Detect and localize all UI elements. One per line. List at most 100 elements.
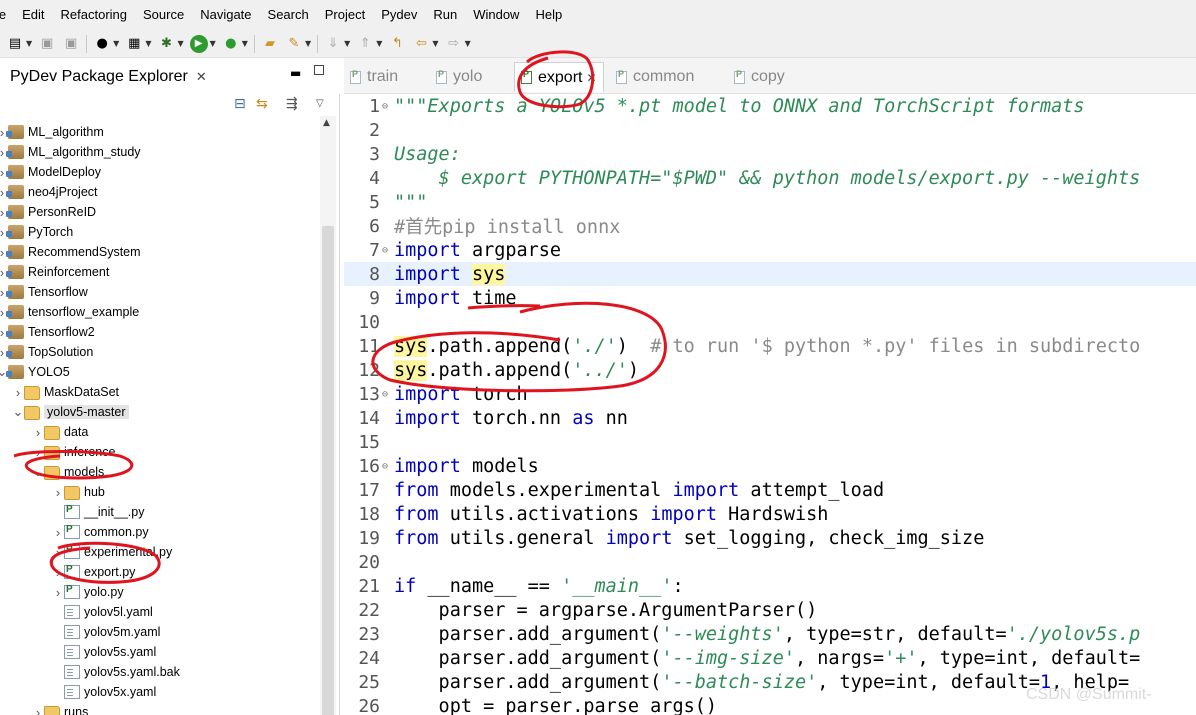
chevron-down-icon[interactable]: ⌄ (32, 464, 44, 480)
tree-item[interactable]: yolov5s.yaml (52, 642, 156, 662)
menu-item[interactable]: Window (465, 0, 527, 30)
run-icon[interactable]: ▶ (189, 34, 208, 53)
tree-item[interactable]: › common.py (52, 522, 149, 542)
code-line[interactable]: 11 sys .path.append('./') # to run '$ pyth… (344, 334, 1196, 358)
save-all-icon[interactable]: ▣ (62, 35, 80, 53)
fold-icon[interactable]: ⊖ (382, 389, 394, 400)
tree-item[interactable]: › TopSolution (0, 342, 93, 362)
bug-icon[interactable]: ✱ (157, 35, 175, 53)
menu-item[interactable]: Navigate (192, 0, 259, 30)
menu-item[interactable]: Help (527, 0, 570, 30)
code-line[interactable]: 3 Usage: (344, 142, 1196, 166)
editor-tab-common[interactable]: common (616, 64, 694, 90)
menu-item[interactable]: Search (260, 0, 317, 30)
menu-item[interactable]: Run (425, 0, 465, 30)
pen-icon[interactable]: ✎ (285, 35, 303, 53)
editor-tab-export[interactable]: export✕ (514, 62, 604, 92)
explorer-tab[interactable]: PyDev Package Explorer ✕ (0, 62, 215, 92)
new-dropdown-icon[interactable]: ▼ (26, 39, 32, 48)
back-dropdown-icon[interactable]: ▼ (432, 39, 438, 48)
prev-annotation-icon[interactable]: ⇑ (356, 35, 374, 53)
code-line[interactable]: 19 from utils.general import set_logging,… (344, 526, 1196, 550)
menu-item[interactable]: Pydev (373, 0, 425, 30)
prev-annotation-dropdown-icon[interactable]: ▼ (376, 39, 382, 48)
external-tools-icon[interactable]: ● (222, 35, 240, 53)
editor-tab-train[interactable]: train (350, 64, 398, 90)
next-annotation-icon[interactable]: ⇓ (324, 35, 342, 53)
chevron-right-icon[interactable]: › (52, 525, 64, 540)
close-icon[interactable]: ✕ (586, 71, 596, 85)
view-menu-icon[interactable]: ▽ (316, 98, 324, 109)
forward-dropdown-icon[interactable]: ▼ (465, 39, 471, 48)
debug-dropdown-icon[interactable]: ▼ (113, 39, 119, 48)
tree-item[interactable]: yolov5x.yaml (52, 682, 156, 702)
fold-icon[interactable]: ⊖ (382, 461, 394, 472)
tree-item[interactable]: › export.py (52, 562, 136, 582)
tree-item[interactable]: › neo4jProject (0, 182, 98, 202)
run-dropdown-icon[interactable]: ▼ (210, 39, 216, 48)
collapse-all-icon[interactable]: ⊟ (234, 96, 246, 112)
chevron-down-icon[interactable]: ⌄ (12, 404, 24, 420)
maximize-icon[interactable] (314, 65, 324, 75)
menu-item[interactable]: le (0, 0, 14, 30)
scroll-up-icon[interactable]: ▲ (323, 118, 330, 128)
fold-icon[interactable]: ⊖ (382, 101, 394, 112)
code-line[interactable]: 1 ⊖ """Exports a YOLOv5 *.pt model to ONNX… (344, 94, 1196, 118)
last-edit-icon[interactable]: ↰ (388, 35, 406, 53)
code-line[interactable]: 10 (344, 310, 1196, 334)
open-type-icon[interactable]: ▦ (125, 35, 143, 53)
chevron-right-icon[interactable]: › (32, 425, 44, 440)
tree-item[interactable]: › runs (32, 702, 88, 715)
new-icon[interactable]: ▤ (6, 35, 24, 53)
save-icon[interactable]: ▣ (38, 35, 56, 53)
code-line[interactable]: 17 from models.experimental import attemp… (344, 478, 1196, 502)
code-line[interactable]: 20 (344, 550, 1196, 574)
tree-item[interactable]: yolov5m.yaml (52, 622, 160, 642)
menu-item[interactable]: Refactoring (53, 0, 135, 30)
debug-user-icon[interactable]: ● (93, 35, 111, 53)
code-line[interactable]: 18 from utils.activations import Hardswis… (344, 502, 1196, 526)
tree-item[interactable]: › experimental.py (52, 542, 172, 562)
tree-item[interactable]: › MaskDataSet (12, 382, 119, 402)
focus-icon[interactable]: ⇶ (286, 96, 298, 112)
tree-item[interactable]: yolov5s.yaml.bak (52, 662, 180, 682)
chevron-right-icon[interactable]: › (52, 545, 64, 560)
external-tools-dropdown-icon[interactable]: ▼ (242, 39, 248, 48)
pen-dropdown-icon[interactable]: ▼ (305, 39, 311, 48)
code-line[interactable]: 9 import time (344, 286, 1196, 310)
code-line[interactable]: 15 (344, 430, 1196, 454)
chevron-right-icon[interactable]: › (52, 585, 64, 600)
tree-item[interactable]: › Reinforcement (0, 262, 109, 282)
tree-item[interactable]: yolov5l.yaml (52, 602, 153, 622)
tree-item[interactable]: › ML_algorithm (0, 122, 104, 142)
tree-item[interactable]: › RecommendSystem (0, 242, 141, 262)
chevron-right-icon[interactable]: › (12, 385, 24, 400)
tree-item[interactable]: ⌄ yolov5-master (12, 402, 129, 422)
code-line[interactable]: 23 parser.add_argument('--weights', type… (344, 622, 1196, 646)
code-line[interactable]: 13 ⊖ import torch (344, 382, 1196, 406)
chevron-right-icon[interactable]: › (52, 485, 64, 500)
editor-tab-yolo[interactable]: yolo (436, 64, 482, 90)
menu-item[interactable]: Project (317, 0, 373, 30)
code-line[interactable]: 22 parser = argparse.ArgumentParser() (344, 598, 1196, 622)
chevron-right-icon[interactable]: › (32, 445, 44, 460)
tree-item[interactable]: ⌄ YOLO5 (0, 362, 70, 382)
code-line[interactable]: 4 $ export PYTHONPATH="$PWD" && python m… (344, 166, 1196, 190)
back-icon[interactable]: ⇦ (412, 35, 430, 53)
tree-item[interactable]: › ModelDeploy (0, 162, 101, 182)
code-line[interactable]: 2 (344, 118, 1196, 142)
open-folder-icon[interactable]: ▰ (261, 35, 279, 53)
tree-item[interactable]: › Tensorflow2 (0, 322, 95, 342)
code-line[interactable]: 5 """ (344, 190, 1196, 214)
menu-item[interactable]: Source (135, 0, 192, 30)
code-line[interactable]: 6 #首先pip install onnx (344, 214, 1196, 239)
code-line[interactable]: 7 ⊖ import argparse (344, 238, 1196, 262)
next-annotation-dropdown-icon[interactable]: ▼ (344, 39, 350, 48)
tree-item[interactable]: ⌄ models (32, 462, 104, 482)
editor-tab-copy[interactable]: copy (734, 64, 785, 90)
code-line[interactable]: 21 if __name__ == '__main__': (344, 574, 1196, 598)
tree-item[interactable]: › tensorflow_example (0, 302, 139, 322)
forward-icon[interactable]: ⇨ (445, 35, 463, 53)
close-icon[interactable]: ✕ (196, 69, 207, 85)
tree-item[interactable]: › hub (52, 482, 105, 502)
